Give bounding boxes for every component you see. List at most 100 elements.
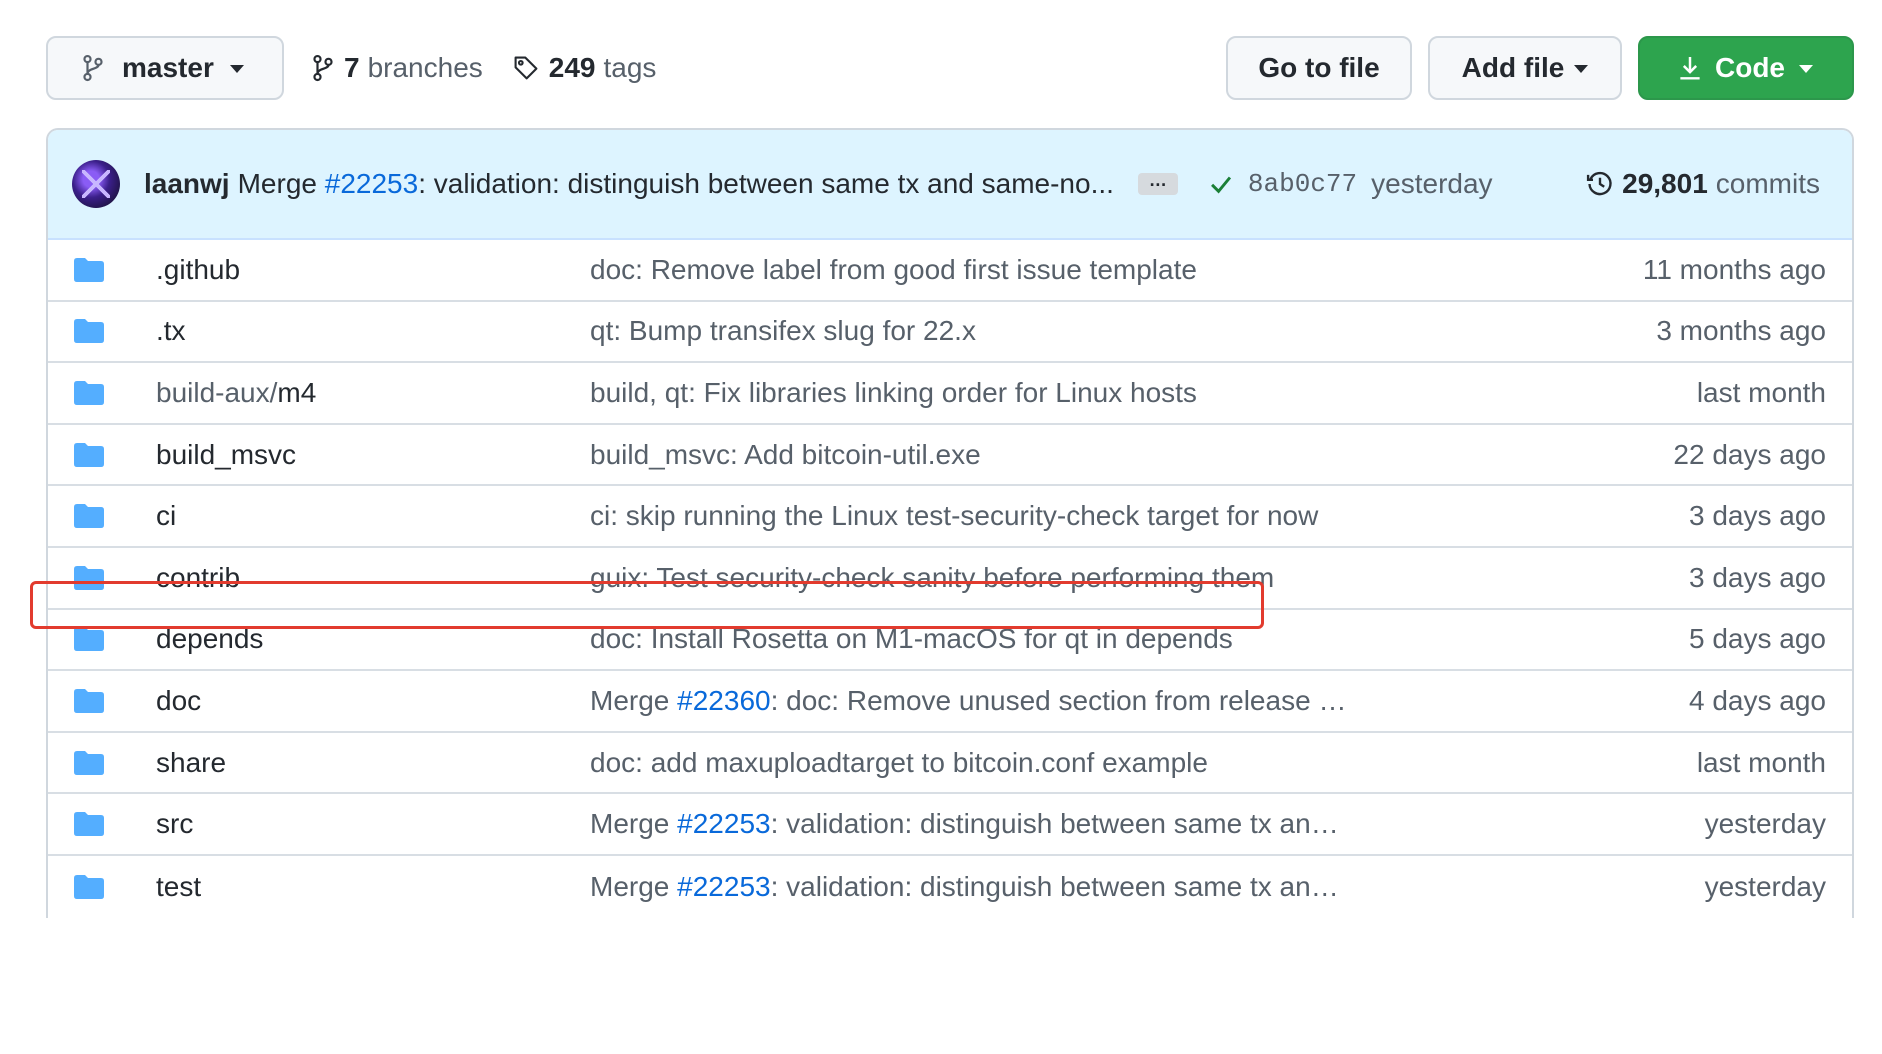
avatar[interactable] (72, 160, 120, 208)
file-name: .github (156, 253, 241, 285)
folder-icon (74, 627, 104, 652)
file-name-link[interactable]: .github (156, 254, 590, 286)
history-icon (1587, 171, 1612, 196)
branches-count: 7 (344, 52, 360, 83)
tags-link[interactable]: 249 tags (513, 52, 656, 84)
file-commit-age: 22 days ago (1673, 438, 1826, 470)
file-name: build_msvc (156, 438, 297, 470)
file-name-link[interactable]: test (156, 871, 590, 903)
code-button[interactable]: Code (1638, 36, 1854, 100)
file-commit-age: 4 days ago (1689, 684, 1826, 716)
file-name: doc (156, 684, 202, 716)
file-commit-prefix: doc: add maxuploadtarget to bitcoin.conf… (590, 746, 1208, 778)
file-name: .tx (156, 315, 186, 347)
file-name: m4 (277, 376, 317, 408)
git-branch-icon (313, 54, 333, 82)
branches-link[interactable]: 7 branches (312, 52, 483, 84)
file-commit-suffix: : validation: distinguish between same t… (770, 808, 1350, 840)
file-name-link[interactable]: contrib (156, 562, 590, 594)
add-file-button[interactable]: Add file (1428, 36, 1622, 100)
file-commit-pr-link[interactable]: #22253 (677, 808, 770, 839)
go-to-file-button[interactable]: Go to file (1226, 36, 1412, 100)
repo-file-browser: master 7 branches 249 tags Go to file Ad… (0, 0, 1882, 1054)
folder-icon (74, 442, 104, 467)
code-label: Code (1715, 52, 1785, 83)
branch-selector-button[interactable]: master (46, 36, 284, 100)
file-commit-message[interactable]: doc: Install Rosetta on M1-macOS for qt … (590, 623, 1350, 655)
file-commit-age: 3 days ago (1689, 561, 1826, 593)
folder-icon (74, 504, 104, 529)
file-commit-prefix: guix: Test security-check sanity before … (590, 561, 1275, 593)
file-name: src (156, 808, 194, 840)
file-commit-pr-link[interactable]: #22360 (677, 685, 770, 716)
folder-icon (74, 565, 104, 590)
add-file-label: Add file (1461, 52, 1565, 83)
file-name-link[interactable]: build-aux/m4 (156, 377, 590, 409)
file-commit-message[interactable]: Merge #22253: validation: distinguish be… (590, 871, 1350, 903)
tag-icon (514, 56, 538, 80)
commit-message[interactable]: Merge #22253: validation: distinguish be… (238, 168, 1114, 200)
file-commit-message[interactable]: doc: add maxuploadtarget to bitcoin.conf… (590, 747, 1350, 779)
file-name-link[interactable]: share (156, 747, 590, 779)
git-branch-icon (83, 54, 103, 82)
file-commit-message[interactable]: qt: Bump transifex slug for 22.x (590, 315, 1350, 347)
file-name-link[interactable]: src (156, 808, 590, 840)
file-commit-age: yesterday (1704, 870, 1826, 902)
chevron-down-icon (1799, 65, 1813, 73)
file-row[interactable]: .tx qt: Bump transifex slug for 22.x 3 m… (48, 302, 1852, 364)
folder-icon (74, 874, 104, 899)
file-commit-message[interactable]: Merge #22253: validation: distinguish be… (590, 808, 1350, 840)
branches-label: branches (367, 52, 483, 83)
commits-count: 29,801 (1622, 168, 1708, 199)
commit-pr-link[interactable]: #22253 (325, 168, 418, 199)
file-commit-age: yesterday (1704, 808, 1826, 840)
file-commit-suffix: : doc: Remove unused section from releas… (770, 684, 1350, 716)
commit-message-prefix: Merge (237, 168, 317, 199)
expand-commit-button[interactable]: … (1137, 171, 1178, 195)
file-commit-message[interactable]: ci: skip running the Linux test-security… (590, 500, 1350, 532)
file-commit-prefix: Merge (590, 870, 678, 902)
file-commit-pr-link[interactable]: #22253 (677, 871, 770, 902)
file-commit-message[interactable]: build_msvc: Add bitcoin-util.exe (590, 439, 1350, 471)
file-name-link[interactable]: ci (156, 500, 590, 532)
check-icon[interactable] (1208, 171, 1234, 197)
file-commit-message[interactable]: build, qt: Fix libraries linking order f… (590, 377, 1350, 409)
latest-commit-bar: laanwj Merge #22253: validation: disting… (48, 130, 1852, 240)
file-name-link[interactable]: doc (156, 685, 590, 717)
file-name-link[interactable]: build_msvc (156, 439, 590, 471)
file-row[interactable]: share doc: add maxuploadtarget to bitcoi… (48, 733, 1852, 795)
file-row[interactable]: .github doc: Remove label from good firs… (48, 240, 1852, 302)
commit-author[interactable]: laanwj (144, 168, 230, 200)
file-commit-age: 5 days ago (1689, 623, 1826, 655)
file-commit-age: 3 days ago (1689, 500, 1826, 532)
branch-name: master (122, 52, 214, 83)
file-row[interactable]: doc Merge #22360: doc: Remove unused sec… (48, 671, 1852, 733)
file-name-link[interactable]: depends (156, 623, 590, 655)
file-row[interactable]: build-aux/m4 build, qt: Fix libraries li… (48, 363, 1852, 425)
file-row[interactable]: build_msvc build_msvc: Add bitcoin-util.… (48, 425, 1852, 487)
file-row[interactable]: ci ci: skip running the Linux test-secur… (48, 486, 1852, 548)
file-commit-message[interactable]: guix: Test security-check sanity before … (590, 562, 1350, 594)
file-commit-prefix: qt: Bump transifex slug for 22.x (590, 315, 976, 347)
folder-icon (74, 257, 104, 282)
file-commit-prefix: build_msvc: Add bitcoin-util.exe (590, 438, 981, 470)
file-commit-prefix: Merge (590, 808, 678, 840)
folder-icon (74, 750, 104, 775)
file-name: test (156, 870, 202, 902)
file-name: ci (156, 500, 177, 532)
file-name: share (156, 746, 227, 778)
file-name-link[interactable]: .tx (156, 315, 590, 347)
file-row[interactable]: depends doc: Install Rosetta on M1-macOS… (48, 610, 1852, 672)
download-icon (1680, 57, 1700, 80)
commits-link[interactable]: 29,801 commits (1586, 168, 1820, 200)
chevron-down-icon (1574, 65, 1589, 73)
file-commit-message[interactable]: doc: Remove label from good first issue … (590, 254, 1350, 286)
commit-sha-link[interactable]: 8ab0c77 (1248, 169, 1357, 199)
file-commit-message[interactable]: Merge #22360: doc: Remove unused section… (590, 685, 1350, 717)
file-row[interactable]: src Merge #22253: validation: distinguis… (48, 794, 1852, 856)
file-name: contrib (156, 561, 241, 593)
file-row[interactable]: contrib guix: Test security-check sanity… (48, 548, 1852, 610)
file-row[interactable]: test Merge #22253: validation: distingui… (48, 856, 1852, 918)
file-commit-prefix: ci: skip running the Linux test-security… (590, 500, 1319, 532)
file-commit-age: 11 months ago (1642, 253, 1826, 285)
